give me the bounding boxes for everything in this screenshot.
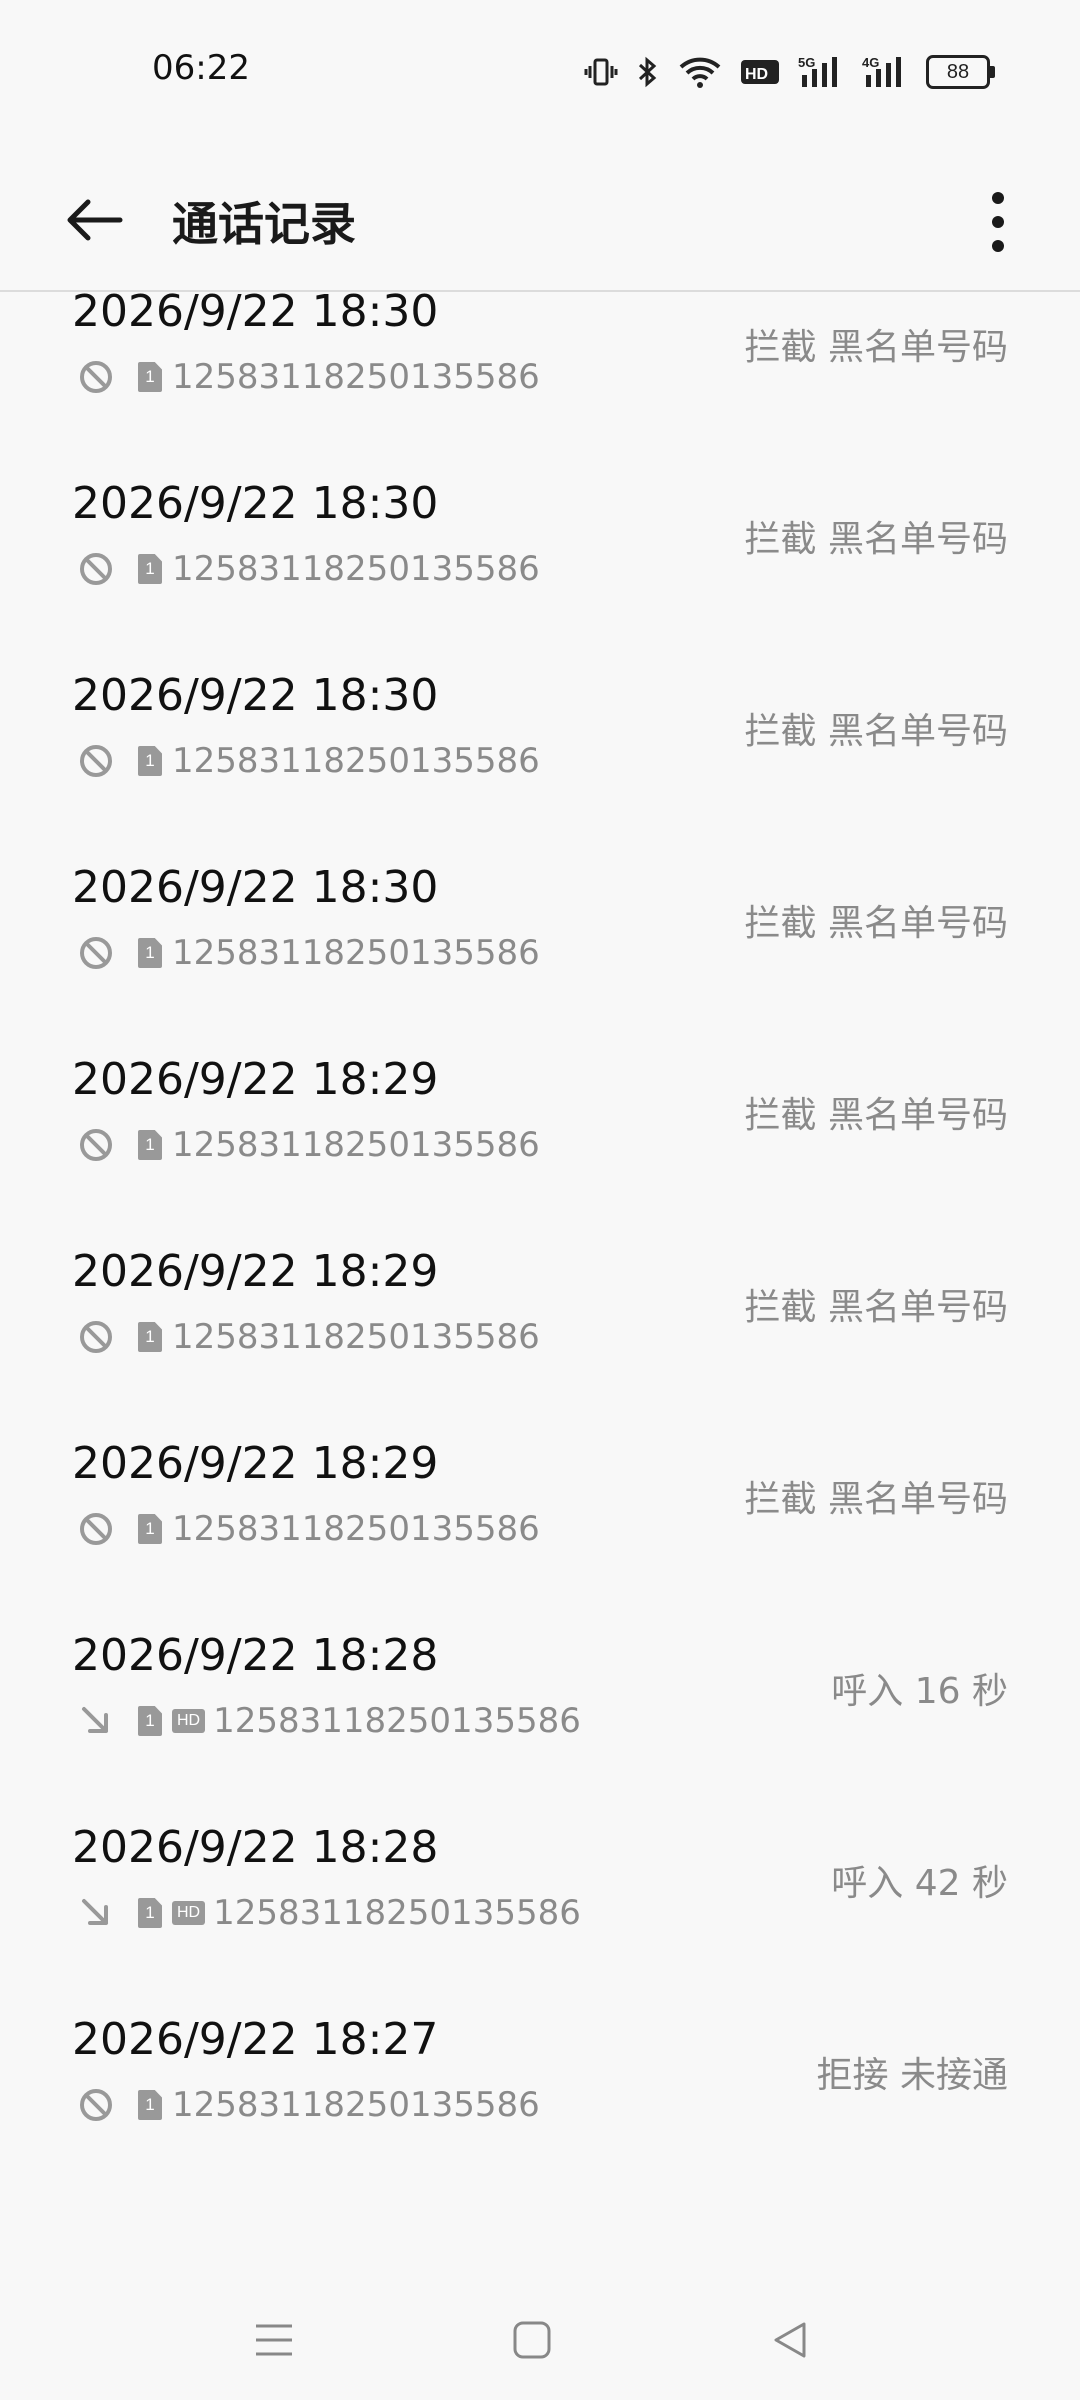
sim-card-icon: 1	[138, 1898, 162, 1928]
call-date: 2026/9/22 18:29	[72, 1054, 439, 1105]
call-date: 2026/9/22 18:30	[72, 478, 439, 529]
call-date: 2026/9/22 18:30	[72, 862, 439, 913]
call-log-item[interactable]: 2026/9/22 18:29 1 12583118250135586 拦截 黑名单号…	[0, 1230, 1080, 1422]
call-log-item[interactable]: 2026/9/22 18:28 1 HD 12583118250135586 呼入 42…	[0, 1806, 1080, 1998]
call-status: 拦截 黑名单号码	[744, 1479, 1008, 1520]
call-details: 1 12583118250135586	[78, 740, 540, 782]
call-status: 拦截 黑名单号码	[744, 519, 1008, 560]
call-number: 12583118250135586	[172, 933, 540, 973]
call-status: 拦截 黑名单号码	[744, 327, 1008, 368]
blocked-icon	[78, 1511, 114, 1547]
call-details: 1 HD 12583118250135586	[78, 1700, 581, 1742]
status-bar: 06:22 HD 5G 4G 88	[0, 0, 1080, 140]
call-log-item[interactable]: 2026/9/22 18:30 1 12583118250135586 拦截 黑名单号…	[0, 462, 1080, 654]
signal-4g-icon: 4G	[862, 52, 908, 92]
sim-card-icon: 1	[138, 1322, 162, 1352]
call-log-list: 2026/9/22 18:30 1 12583118250135586 拦截 黑名单号…	[0, 292, 1080, 2172]
blocked-icon	[78, 1127, 114, 1163]
call-status: 呼入 16 秒	[831, 1671, 1008, 1712]
call-number: 12583118250135586	[172, 357, 540, 397]
sim-card-icon: 1	[138, 1514, 162, 1544]
call-status: 呼入 42 秒	[831, 1863, 1008, 1904]
call-details: 1 12583118250135586	[78, 1316, 540, 1358]
call-status: 拒接 未接通	[816, 2055, 1008, 2096]
call-number: 12583118250135586	[172, 549, 540, 589]
app-header: 通话记录	[0, 150, 1080, 292]
home-nav-button[interactable]	[502, 2310, 562, 2370]
battery-icon: 88	[926, 55, 995, 89]
call-date: 2026/9/22 18:29	[72, 1438, 439, 1489]
call-log-item[interactable]: 2026/9/22 18:29 1 12583118250135586 拦截 黑名单号…	[0, 1038, 1080, 1230]
blocked-icon	[78, 935, 114, 971]
menu-nav-button[interactable]	[244, 2310, 304, 2370]
call-number: 12583118250135586	[172, 741, 540, 781]
call-details: 1 12583118250135586	[78, 548, 540, 590]
call-date: 2026/9/22 18:28	[72, 1630, 439, 1681]
svg-text:HD: HD	[745, 66, 768, 83]
more-options-button[interactable]	[966, 182, 1030, 262]
bluetooth-icon	[636, 52, 660, 92]
back-button[interactable]	[62, 188, 126, 252]
sim-card-icon: 1	[138, 938, 162, 968]
sim-card-icon: 1	[138, 1130, 162, 1160]
call-number: 12583118250135586	[172, 2085, 540, 2125]
call-log-item[interactable]: 2026/9/22 18:27 1 12583118250135586 拒接 未接通	[0, 1998, 1080, 2172]
call-date: 2026/9/22 18:30	[72, 670, 439, 721]
call-number: 12583118250135586	[172, 1125, 540, 1165]
signal-5g-icon: 5G	[798, 52, 844, 92]
call-details: 1 12583118250135586	[78, 1124, 540, 1166]
call-details: 1 12583118250135586	[78, 1508, 540, 1550]
call-log-item[interactable]: 2026/9/22 18:28 1 HD 12583118250135586 呼入 16…	[0, 1614, 1080, 1806]
wifi-icon	[678, 52, 722, 92]
call-date: 2026/9/22 18:27	[72, 2014, 439, 2065]
call-details: 1 12583118250135586	[78, 932, 540, 974]
hd-call-icon: HD	[172, 1709, 206, 1733]
svg-text:5G: 5G	[798, 55, 815, 70]
call-log-item[interactable]: 2026/9/22 18:30 1 12583118250135586 拦截 黑名单号…	[0, 292, 1080, 462]
call-log-item[interactable]: 2026/9/22 18:29 1 12583118250135586 拦截 黑名单号…	[0, 1422, 1080, 1614]
status-icons: HD 5G 4G 88	[584, 52, 995, 92]
back-nav-button[interactable]	[760, 2310, 820, 2370]
system-nav-bar	[0, 2270, 1080, 2400]
blocked-icon	[78, 551, 114, 587]
call-number: 12583118250135586	[172, 1509, 540, 1549]
call-details: 1 12583118250135586	[78, 2084, 540, 2126]
call-date: 2026/9/22 18:30	[72, 292, 439, 337]
call-details: 1 12583118250135586	[78, 356, 540, 398]
page-title: 通话记录	[172, 197, 356, 251]
call-status: 拦截 黑名单号码	[744, 903, 1008, 944]
call-log-item[interactable]: 2026/9/22 18:30 1 12583118250135586 拦截 黑名单号…	[0, 846, 1080, 1038]
blocked-icon	[78, 359, 114, 395]
call-status: 拦截 黑名单号码	[744, 711, 1008, 752]
sim-card-icon: 1	[138, 554, 162, 584]
blocked-icon	[78, 1319, 114, 1355]
hd-voice-icon: HD	[740, 52, 780, 92]
call-number: 12583118250135586	[213, 1701, 581, 1741]
sim-card-icon: 1	[138, 2090, 162, 2120]
sim-card-icon: 1	[138, 746, 162, 776]
hd-call-icon: HD	[172, 1901, 206, 1925]
sim-card-icon: 1	[138, 1706, 162, 1736]
call-date: 2026/9/22 18:29	[72, 1246, 439, 1297]
call-status: 拦截 黑名单号码	[744, 1095, 1008, 1136]
sim-card-icon: 1	[138, 362, 162, 392]
vibrate-icon	[584, 52, 618, 92]
status-time: 06:22	[152, 48, 250, 88]
call-status: 拦截 黑名单号码	[744, 1287, 1008, 1328]
call-log-item[interactable]: 2026/9/22 18:30 1 12583118250135586 拦截 黑名单号…	[0, 654, 1080, 846]
svg-text:4G: 4G	[862, 55, 879, 70]
call-date: 2026/9/22 18:28	[72, 1822, 439, 1873]
blocked-icon	[78, 2087, 114, 2123]
incoming-call-icon	[78, 1703, 114, 1739]
call-details: 1 HD 12583118250135586	[78, 1892, 581, 1934]
call-number: 12583118250135586	[172, 1317, 540, 1357]
incoming-call-icon	[78, 1895, 114, 1931]
blocked-icon	[78, 743, 114, 779]
call-number: 12583118250135586	[213, 1893, 581, 1933]
